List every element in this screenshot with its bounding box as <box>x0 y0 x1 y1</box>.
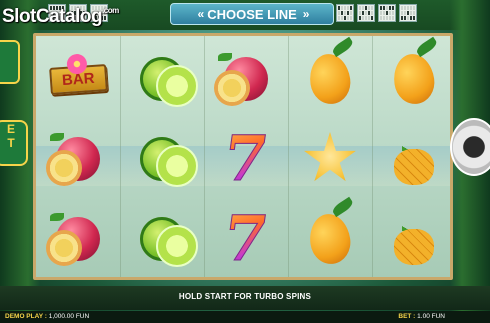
passion-fruit-symbol <box>46 213 100 266</box>
left-side-badge: E T <box>0 120 28 166</box>
right-payline-1[interactable] <box>336 4 354 22</box>
passion-fruit-symbol <box>214 53 268 106</box>
bet-value: 1.00 FUN <box>417 313 445 320</box>
paylines-preview-right[interactable] <box>336 4 417 22</box>
flower-icon <box>65 52 88 75</box>
seven-symbol: 7 <box>219 122 273 196</box>
choose-line-button[interactable]: « CHOOSE LINE » <box>170 3 334 25</box>
lime-symbol <box>140 217 198 267</box>
reels-grid: BAR 7 7 <box>33 33 453 280</box>
bet-label: BET : <box>398 313 416 320</box>
reel-cell <box>372 36 456 120</box>
reel-cell <box>120 38 204 120</box>
reel-cell <box>288 196 372 280</box>
left-side-badge-top <box>0 40 20 84</box>
reel-cell <box>120 118 204 200</box>
watermark-text: SlotCatalog <box>2 6 103 27</box>
hold-message: HOLD START FOR TURBO SPINS <box>178 292 312 301</box>
mango-symbol <box>306 36 355 107</box>
lime-symbol <box>140 57 198 107</box>
reel-cell: 7 <box>204 118 288 200</box>
right-payline-4[interactable] <box>399 4 417 22</box>
bottom-status-bar: DEMO PLAY : 1,000.00 FUN BET : 1.00 FUN <box>0 311 490 323</box>
watermark-suffix: .com <box>102 6 119 15</box>
right-payline-2[interactable] <box>357 4 375 22</box>
right-arrows-icon: » <box>302 7 309 21</box>
star-fruit-symbol <box>304 132 356 182</box>
mango-symbol <box>390 36 439 107</box>
reel-cell <box>288 36 372 120</box>
spin-button[interactable] <box>450 118 490 176</box>
pineapple-symbol <box>394 213 434 265</box>
choose-line-label: CHOOSE LINE <box>207 6 297 22</box>
reel-cell <box>204 38 288 120</box>
demo-balance: DEMO PLAY : 1,000.00 FUN <box>5 313 89 320</box>
passion-fruit-symbol <box>46 133 100 186</box>
reel-cell <box>288 118 372 200</box>
left-arrows-icon: « <box>197 7 204 21</box>
demo-label: DEMO PLAY : <box>5 313 47 320</box>
watermark-logo: SlotCatalog.com <box>2 6 119 28</box>
lime-symbol <box>140 137 198 187</box>
reel-cell: BAR <box>36 38 120 120</box>
reel-cell <box>120 198 204 280</box>
reel-cell <box>36 198 120 280</box>
reel-cell <box>36 118 120 200</box>
demo-value: 1,000.00 FUN <box>48 313 90 320</box>
pineapple-symbol <box>394 133 434 185</box>
right-payline-3[interactable] <box>378 4 396 22</box>
reel-cell: 7 <box>204 198 288 280</box>
mango-symbol <box>306 196 355 267</box>
seven-symbol: 7 <box>219 202 273 276</box>
bar-symbol: BAR <box>48 52 108 95</box>
bet-display: BET : 1.00 FUN <box>398 313 445 320</box>
reel-cell <box>372 198 456 280</box>
reel-cell <box>372 118 456 200</box>
